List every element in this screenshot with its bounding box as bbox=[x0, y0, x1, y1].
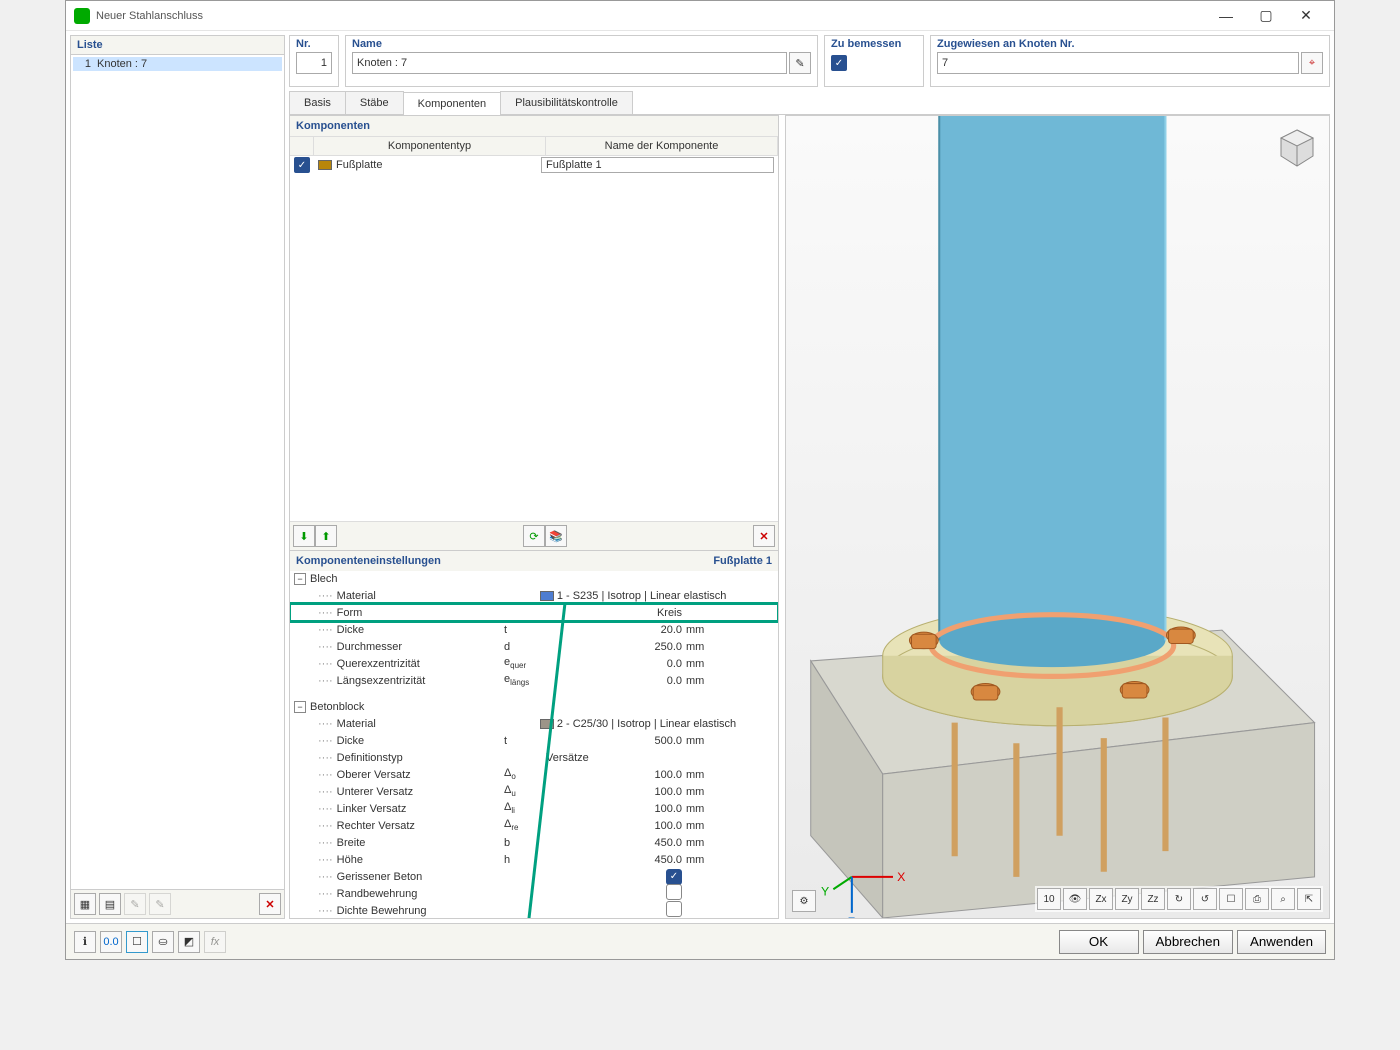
view2-button[interactable]: ⛀ bbox=[152, 931, 174, 953]
delete-button[interactable]: ✕ bbox=[259, 893, 281, 915]
fx-button[interactable]: fx bbox=[204, 931, 226, 953]
property-row[interactable]: ····Linker VersatzΔli100.0mm bbox=[290, 800, 778, 817]
left-panel-heading: Liste bbox=[71, 36, 284, 55]
svg-text:Y: Y bbox=[821, 884, 829, 898]
tabbar: Basis Stäbe Komponenten Plausibilitätsko… bbox=[289, 91, 1330, 115]
property-checkbox[interactable] bbox=[666, 901, 682, 917]
property-row[interactable]: ····Höheh450.0mm bbox=[290, 851, 778, 868]
property-row[interactable]: ····Rechter VersatzΔre100.0mm bbox=[290, 817, 778, 834]
refresh-button[interactable]: ⟳ bbox=[523, 525, 545, 547]
property-row[interactable]: ····Dichte Bewehrung bbox=[290, 902, 778, 918]
viewer-tool-9[interactable]: ⌕ bbox=[1271, 888, 1295, 910]
property-row[interactable]: ····Breiteb450.0mm bbox=[290, 834, 778, 851]
maximize-button[interactable]: ▢ bbox=[1246, 2, 1286, 30]
property-row[interactable]: ····Material2 - C25/30 | Isotrop | Linea… bbox=[290, 715, 778, 732]
property-row[interactable]: ····Unterer VersatzΔu100.0mm bbox=[290, 783, 778, 800]
viewer-tool-6[interactable]: ↺ bbox=[1193, 888, 1217, 910]
copy-button[interactable]: ▤ bbox=[99, 893, 121, 915]
property-row[interactable]: ····Durchmesserd250.0mm bbox=[290, 638, 778, 655]
tab-komponenten[interactable]: Komponenten bbox=[403, 92, 502, 115]
3d-viewer[interactable]: X Y Z ⚙ 10👁ZxZyZz↻↺☐⎙⌕⇱ bbox=[785, 115, 1330, 919]
expander-icon[interactable]: − bbox=[294, 701, 306, 713]
cancel-button[interactable]: Abbrechen bbox=[1143, 930, 1233, 954]
viewer-tool-10[interactable]: ⇱ bbox=[1297, 888, 1321, 910]
viewer-toolbar: 10👁ZxZyZz↻↺☐⎙⌕⇱ bbox=[1035, 886, 1323, 912]
komponenten-table: Komponententyp Name der Komponente Fußpl… bbox=[290, 136, 778, 174]
viewer-tool-0[interactable]: 10 bbox=[1037, 888, 1061, 910]
ok-button[interactable]: OK bbox=[1059, 930, 1139, 954]
view-settings-button[interactable]: ⚙ bbox=[792, 890, 816, 912]
komponenten-toolbar: ⬇ ⬆ ⟳ 📚 ✕ bbox=[290, 521, 778, 550]
tab-plausibilitaet[interactable]: Plausibilitätskontrolle bbox=[500, 91, 633, 114]
units-button[interactable]: ℹ bbox=[74, 931, 96, 953]
remove-button[interactable]: ✕ bbox=[753, 525, 775, 547]
property-row[interactable]: ····Dicket20.0mm bbox=[290, 621, 778, 638]
svg-text:X: X bbox=[897, 870, 905, 884]
tab-staebe[interactable]: Stäbe bbox=[345, 91, 404, 114]
row-checkbox[interactable] bbox=[294, 157, 310, 173]
name-field: Name Knoten : 7 ✎ bbox=[345, 35, 818, 87]
left-list[interactable]: 1 Knoten : 7 bbox=[71, 55, 284, 889]
minimize-button[interactable]: — bbox=[1206, 2, 1246, 30]
viewer-canvas: X Y Z bbox=[786, 116, 1329, 918]
library-button[interactable]: 📚 bbox=[545, 525, 567, 547]
name-input[interactable]: Knoten : 7 bbox=[352, 52, 787, 74]
property-row[interactable]: ····DefinitionstypVersätze bbox=[290, 749, 778, 766]
property-row[interactable]: ····Material1 - S235 | Isotrop | Linear … bbox=[290, 587, 778, 604]
window-title: Neuer Stahlanschluss bbox=[96, 10, 1206, 22]
settings-heading: Komponenteneinstellungen Fußplatte 1 bbox=[290, 550, 778, 571]
component-row[interactable]: Fußplatte Fußplatte 1 bbox=[290, 156, 778, 174]
group-title: Blech bbox=[310, 573, 338, 585]
property-row[interactable]: ····Längsexzentrizitätelängs0.0mm bbox=[290, 672, 778, 689]
viewer-tool-2[interactable]: Zx bbox=[1089, 888, 1113, 910]
viewer-tool-7[interactable]: ☐ bbox=[1219, 888, 1243, 910]
viewer-tool-5[interactable]: ↻ bbox=[1167, 888, 1191, 910]
titlebar: Neuer Stahlanschluss — ▢ ✕ bbox=[66, 1, 1334, 31]
viewer-tool-8[interactable]: ⎙ bbox=[1245, 888, 1269, 910]
edit-button[interactable]: ✎ bbox=[124, 893, 146, 915]
viewer-tool-3[interactable]: Zy bbox=[1115, 888, 1139, 910]
viewer-tool-1[interactable]: 👁 bbox=[1063, 888, 1087, 910]
property-row[interactable]: ····Dicket500.0mm bbox=[290, 732, 778, 749]
knoten-input[interactable]: 7 bbox=[937, 52, 1299, 74]
group-title: Betonblock bbox=[310, 701, 364, 713]
close-button[interactable]: ✕ bbox=[1286, 2, 1326, 30]
view1-button[interactable]: ☐ bbox=[126, 931, 148, 953]
bemessen-field: Zu bemessen bbox=[824, 35, 924, 87]
property-row[interactable]: ····Randbewehrung bbox=[290, 885, 778, 902]
knoten-field: Zugewiesen an Knoten Nr. 7 ⌖ bbox=[930, 35, 1330, 87]
property-row[interactable]: ····Gerissener Beton bbox=[290, 868, 778, 885]
left-panel: Liste 1 Knoten : 7 ▦ ▤ ✎ ✎ ✕ bbox=[70, 35, 285, 919]
viewer-tool-4[interactable]: Zz bbox=[1141, 888, 1165, 910]
nr-field: Nr. 1 bbox=[289, 35, 339, 87]
property-checkbox[interactable] bbox=[666, 884, 682, 900]
expander-icon[interactable]: − bbox=[294, 573, 306, 585]
color-patch bbox=[318, 160, 332, 170]
apply-button[interactable]: Anwenden bbox=[1237, 930, 1326, 954]
property-row[interactable]: ····Oberer VersatzΔo100.0mm bbox=[290, 766, 778, 783]
svg-text:Z: Z bbox=[848, 915, 856, 918]
property-row[interactable]: ····FormKreis bbox=[290, 604, 778, 621]
add2-button[interactable]: ⬆ bbox=[315, 525, 337, 547]
left-toolbar: ▦ ▤ ✎ ✎ ✕ bbox=[71, 889, 284, 918]
property-checkbox[interactable] bbox=[666, 869, 682, 885]
tab-basis[interactable]: Basis bbox=[289, 91, 346, 114]
decimals-button[interactable]: 0.0 bbox=[100, 931, 122, 953]
footer: ℹ 0.0 ☐ ⛀ ◩ fx OK Abbrechen Anwenden bbox=[66, 923, 1334, 959]
edit-name-button[interactable]: ✎ bbox=[789, 52, 811, 74]
komponenten-heading: Komponenten bbox=[290, 116, 778, 136]
pick-node-button[interactable]: ⌖ bbox=[1301, 52, 1323, 74]
bemessen-checkbox[interactable] bbox=[831, 55, 847, 71]
view-cube[interactable] bbox=[1275, 126, 1319, 170]
property-row[interactable]: ····Querexzentrizitätequer0.0mm bbox=[290, 655, 778, 672]
add-button[interactable]: ⬇ bbox=[293, 525, 315, 547]
list-item[interactable]: 1 Knoten : 7 bbox=[73, 57, 282, 71]
edit2-button[interactable]: ✎ bbox=[149, 893, 171, 915]
new-button[interactable]: ▦ bbox=[74, 893, 96, 915]
view3-button[interactable]: ◩ bbox=[178, 931, 200, 953]
app-icon bbox=[74, 8, 90, 24]
